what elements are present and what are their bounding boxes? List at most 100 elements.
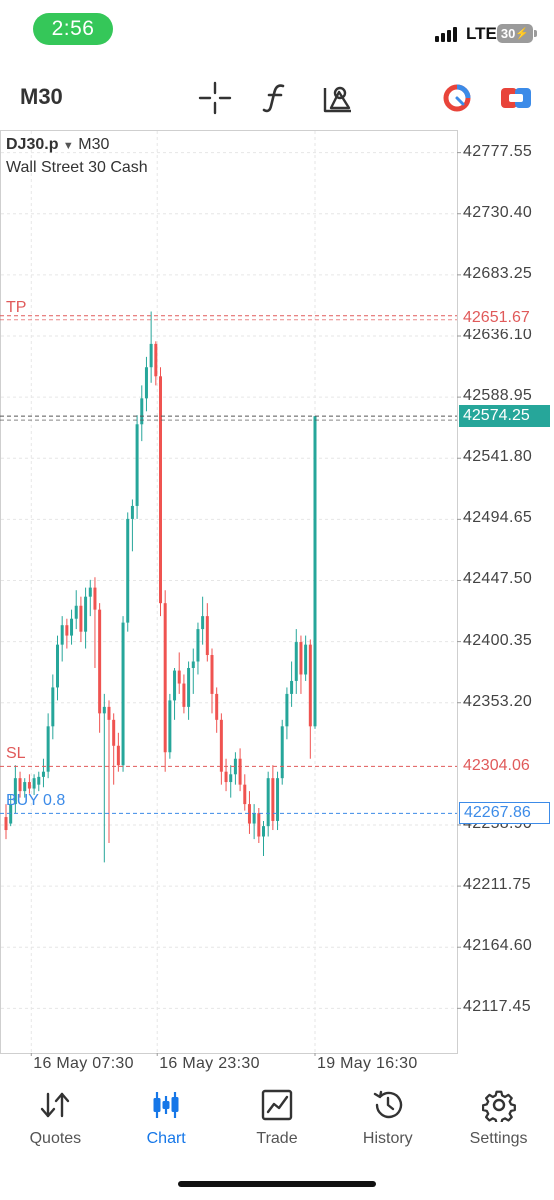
candle-body xyxy=(135,424,139,506)
candle-body xyxy=(201,616,205,630)
quotes-arrows-icon xyxy=(41,1092,70,1118)
y-tick-label: 42777.55 xyxy=(463,142,533,160)
status-bar: 2:56 LTE 30 ⚡ xyxy=(0,0,554,62)
candle-body xyxy=(205,616,209,656)
y-tick-label: 42588.95 xyxy=(463,387,533,405)
x-tick-label: 19 May 16:30 xyxy=(317,1055,418,1072)
candle-body xyxy=(238,758,242,785)
candle-body xyxy=(60,625,64,645)
y-tick-label: 42541.80 xyxy=(463,448,533,466)
candle-body xyxy=(196,629,200,662)
x-tick-label: 16 May 23:30 xyxy=(159,1055,260,1072)
drawing-objects-icon[interactable] xyxy=(320,80,356,116)
candle-body xyxy=(74,605,78,619)
nav-history-label: History xyxy=(362,1130,413,1147)
battery-level: 30 xyxy=(500,26,516,41)
buy-price-label: 42267.86 xyxy=(459,802,550,825)
y-tick-label: 42494.65 xyxy=(463,509,533,527)
candle-body xyxy=(182,683,186,707)
nav-settings[interactable]: Settings xyxy=(443,1080,554,1160)
candle-body xyxy=(18,778,22,792)
symbol-timeframe: M30 xyxy=(78,136,110,153)
home-indicator xyxy=(178,1181,376,1187)
candle-body xyxy=(107,706,111,720)
y-tick-label: 42164.60 xyxy=(463,937,533,955)
candle-body xyxy=(243,784,247,805)
nav-history[interactable]: History xyxy=(332,1080,443,1160)
candle-body xyxy=(173,670,177,701)
nav-quotes-label: Quotes xyxy=(29,1130,82,1147)
candle-body xyxy=(163,603,167,753)
candle-body xyxy=(102,706,106,714)
nav-settings-label: Settings xyxy=(469,1130,528,1147)
candle-body xyxy=(210,655,214,694)
candle-body xyxy=(51,687,55,727)
candle-body xyxy=(262,826,265,837)
y-tick-label: 42400.35 xyxy=(463,631,533,649)
price-chart[interactable]: DJ30.p ▼ M30 Wall Street 30 Cash 42777.5… xyxy=(0,130,554,1072)
symbol-header[interactable]: DJ30.p ▼ M30 xyxy=(6,136,109,154)
timeframe-selector[interactable]: M30 xyxy=(20,84,63,110)
indicator-function-icon[interactable] xyxy=(258,80,294,116)
candle-body xyxy=(285,693,289,727)
chart-candles-icon xyxy=(153,1092,179,1118)
symbol-name: DJ30.p xyxy=(6,136,59,153)
candle-body xyxy=(191,661,195,668)
candle-body xyxy=(280,726,284,779)
candle-body xyxy=(219,719,223,772)
sl-price-label: 42304.06 xyxy=(459,755,550,778)
tp-price-label: 42651.67 xyxy=(459,306,550,329)
candle-body xyxy=(294,642,298,681)
candle-body xyxy=(308,644,312,727)
tp-line-label: TP xyxy=(6,298,27,316)
buy-position-label[interactable]: BUY 0.8 xyxy=(6,792,65,810)
candle-body xyxy=(168,700,172,753)
candle-body xyxy=(224,771,228,783)
candle-body xyxy=(116,745,120,766)
candle-body xyxy=(187,667,191,707)
candle-body xyxy=(252,813,256,824)
settings-gear-icon xyxy=(481,1090,516,1122)
signal-strength-icon xyxy=(435,26,461,42)
app-root: 2:56 LTE 30 ⚡ M30 DJ30.p ▼ M30 Wall Stre… xyxy=(0,0,554,1200)
candle-body xyxy=(149,343,153,368)
battery-icon: 30 ⚡ xyxy=(497,24,537,43)
candle-body xyxy=(70,618,74,636)
candle-body xyxy=(65,625,69,636)
history-clock-icon xyxy=(373,1090,402,1119)
candle-body xyxy=(154,343,158,377)
candle-body xyxy=(84,596,88,632)
candle-body xyxy=(159,376,162,604)
candle-body xyxy=(4,817,8,831)
nav-chart[interactable]: Chart xyxy=(111,1080,222,1160)
candle-body xyxy=(23,782,27,792)
candle-body xyxy=(290,680,294,694)
bottom-nav: Quotes Chart Trade History Settings xyxy=(0,1080,554,1160)
nav-quotes[interactable]: Quotes xyxy=(0,1080,111,1160)
nav-trade-label: Trade xyxy=(256,1130,298,1147)
current-price-label: 42574.25 xyxy=(459,405,550,428)
candle-body xyxy=(27,782,31,789)
network-type: LTE xyxy=(466,24,497,43)
candle-body xyxy=(32,778,36,789)
x-tick-label: 16 May 07:30 xyxy=(33,1055,134,1072)
y-tick-label: 42353.20 xyxy=(463,692,533,710)
candle-body xyxy=(177,670,181,684)
chart-frame xyxy=(0,130,458,1054)
candle-body xyxy=(93,587,97,610)
toggle-trade-icon[interactable] xyxy=(498,80,534,116)
candle-body xyxy=(229,774,233,783)
nav-trade[interactable]: Trade xyxy=(222,1080,333,1160)
candle-body xyxy=(79,605,83,632)
candle-body xyxy=(88,587,92,597)
symbol-dropdown-arrow: ▼ xyxy=(62,140,74,152)
crosshair-icon[interactable] xyxy=(197,80,233,116)
candle-body xyxy=(126,518,130,623)
candle-body xyxy=(144,367,148,399)
account-ring-icon[interactable] xyxy=(439,80,475,116)
y-tick-label: 42447.50 xyxy=(463,570,533,588)
candle-body xyxy=(121,622,125,766)
candle-body xyxy=(98,609,102,714)
y-tick-label: 42211.75 xyxy=(463,876,531,894)
candle-body xyxy=(41,771,45,777)
